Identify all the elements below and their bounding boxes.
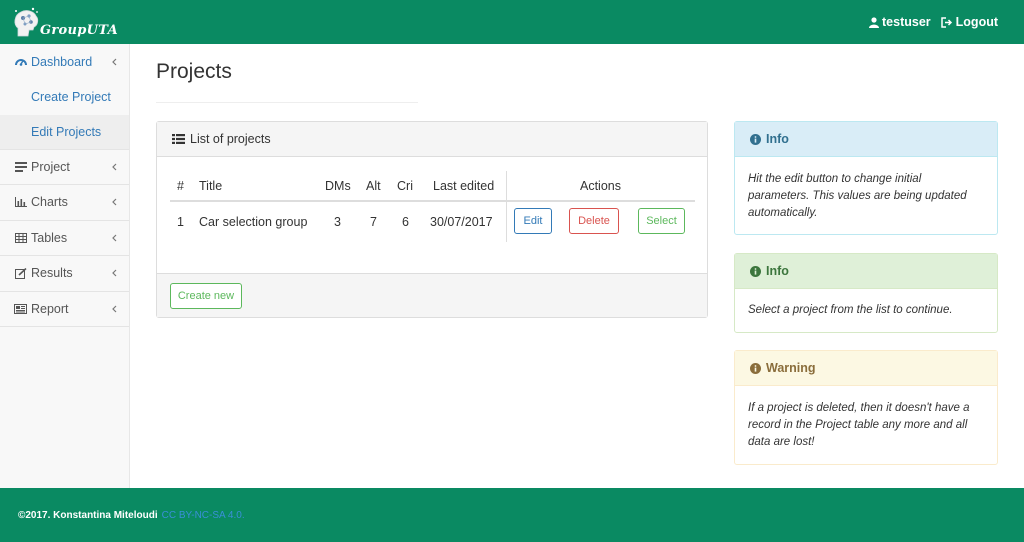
user-icon	[869, 16, 880, 28]
sidebar-item-tables[interactable]: Tables	[0, 221, 129, 256]
column-header-actions: Actions	[580, 178, 621, 193]
sidebar-item-label: Project	[31, 159, 70, 174]
top-navbar: GroupUTA testuser Logout	[0, 0, 1024, 44]
sidebar-subitem-label: Create Project	[31, 90, 111, 104]
table-header-row: # Title DMs Alt Cri Last edited Actions	[170, 171, 695, 202]
brand-logo[interactable]: GroupUTA	[12, 4, 118, 42]
sidebar-item-label: Results	[31, 266, 73, 281]
column-header-alt: Alt	[366, 178, 381, 193]
sidebar-subitem-create-project[interactable]: Create Project	[0, 80, 129, 115]
chevron-left-icon	[111, 266, 117, 280]
info-icon	[750, 265, 761, 277]
sidebar-subitem-edit-projects[interactable]: Edit Projects	[0, 114, 129, 150]
sidebar-item-label: Charts	[31, 195, 68, 210]
newspaper-icon	[14, 302, 27, 315]
column-header-title: Title	[199, 178, 223, 193]
info-panel-select: Info Select a project from the list to c…	[734, 253, 998, 333]
logout-link[interactable]: Logout	[940, 15, 998, 29]
username-label: testuser	[882, 15, 931, 29]
info-panel-body: Select a project from the list to contin…	[748, 304, 953, 316]
info-icon	[750, 362, 761, 374]
projects-panel-title: List of projects	[190, 132, 271, 146]
info-panel-title: Info	[766, 264, 789, 278]
footer: ©2017. Konstantina Miteloudi CC BY-NC-SA…	[0, 488, 1024, 542]
chevron-left-icon	[111, 55, 117, 69]
warning-panel: Warning If a project is deleted, then it…	[734, 350, 998, 465]
info-panel-body: Hit the edit button to change initial pa…	[748, 173, 967, 219]
list-icon	[14, 160, 27, 173]
cell-last-edited: 30/07/2017	[430, 215, 493, 229]
info-panel-header: Info	[735, 122, 997, 157]
projects-table: # Title DMs Alt Cri Last edited Actions …	[170, 171, 695, 242]
info-panel-edit: Info Hit the edit button to change initi…	[734, 121, 998, 235]
sidebar-subitem-label: Edit Projects	[31, 124, 102, 139]
sidebar-item-label: Tables	[31, 230, 68, 245]
chevron-left-icon	[111, 195, 117, 209]
list-icon	[172, 134, 185, 144]
column-header-cri: Cri	[397, 178, 413, 193]
projects-panel-header: List of projects	[157, 122, 707, 157]
projects-panel-footer: Create new	[157, 273, 707, 317]
sidebar-item-label: Report	[31, 301, 69, 316]
brain-logo-icon	[12, 6, 42, 40]
chevron-left-icon	[111, 160, 117, 174]
select-button[interactable]: Select	[638, 208, 685, 234]
sidebar-item-project[interactable]: Project	[0, 150, 129, 185]
actions-column-divider	[506, 171, 507, 242]
dashboard-icon	[14, 55, 27, 68]
logout-label: Logout	[955, 15, 998, 29]
logout-icon	[940, 16, 952, 28]
sidebar: Dashboard Create Project Edit Projects P…	[0, 44, 130, 488]
column-header-number: #	[177, 178, 184, 193]
title-divider	[156, 102, 418, 103]
bar-chart-icon	[14, 196, 27, 209]
sidebar-item-report[interactable]: Report	[0, 292, 129, 327]
sidebar-item-dashboard[interactable]: Dashboard	[0, 44, 129, 80]
table-row: 1 Car selection group 3 7 6 30/07/2017 E…	[170, 202, 695, 242]
license-link[interactable]: CC BY-NC-SA 4.0.	[162, 510, 245, 521]
cell-cri: 6	[402, 215, 409, 229]
chevron-left-icon	[111, 231, 117, 245]
footer-copyright: ©2017. Konstantina Miteloudi	[18, 509, 158, 521]
chevron-left-icon	[111, 302, 117, 316]
projects-panel: List of projects # Title DMs Alt Cri Las…	[156, 121, 708, 318]
create-new-button[interactable]: Create new	[170, 283, 242, 309]
page-title: Projects	[156, 60, 232, 83]
edit-button[interactable]: Edit	[514, 208, 552, 234]
delete-button[interactable]: Delete	[569, 208, 619, 234]
warning-panel-header: Warning	[735, 351, 997, 386]
info-panel-header: Info	[735, 254, 997, 289]
sidebar-item-label: Dashboard	[31, 54, 93, 69]
cell-alt: 7	[370, 215, 377, 229]
warning-panel-body: If a project is deleted, then it doesn't…	[748, 402, 970, 448]
info-icon	[750, 133, 761, 145]
sidebar-item-results[interactable]: Results	[0, 256, 129, 292]
warning-panel-title: Warning	[766, 361, 816, 375]
cell-dms: 3	[334, 215, 341, 229]
column-header-dms: DMs	[325, 178, 351, 193]
column-header-last-edited: Last edited	[433, 178, 495, 193]
sidebar-item-charts[interactable]: Charts	[0, 185, 129, 221]
cell-title: Car selection group	[199, 215, 308, 229]
edit-icon	[14, 267, 27, 280]
cell-number: 1	[177, 215, 184, 229]
brand-name: GroupUTA	[40, 22, 118, 38]
table-icon	[14, 231, 27, 244]
user-menu-link[interactable]: testuser	[869, 15, 931, 29]
info-panel-title: Info	[766, 132, 789, 146]
user-nav: testuser Logout	[869, 0, 998, 44]
